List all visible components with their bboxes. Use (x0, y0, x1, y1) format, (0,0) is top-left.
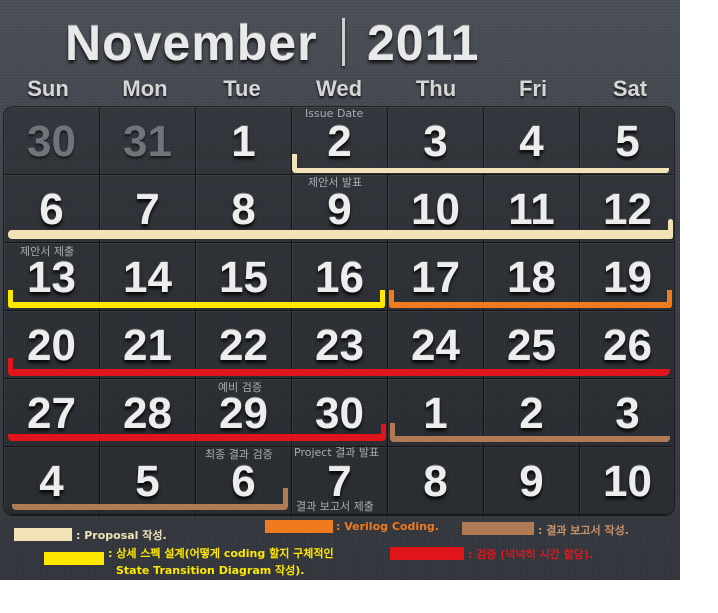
verilog-bar (389, 290, 672, 308)
note-result-report-submit: 결과 보고서 제출 (296, 500, 374, 513)
day-number: 6 (39, 185, 64, 234)
note-proposal-submit: 제안서 제출 (20, 245, 75, 258)
day-cell: 31 (100, 107, 196, 175)
weekday-fri: Fri (518, 76, 548, 101)
note-preliminary-check: 예비 검증 (218, 381, 262, 394)
weekday-wed: Wed (315, 76, 363, 101)
verify-bar-week4 (8, 358, 670, 376)
proposal-bar-week2-cap (668, 219, 673, 239)
legend-swatch-spec (44, 552, 104, 565)
day-cell: 1 (196, 107, 292, 175)
day-number: 31 (123, 117, 172, 166)
weekday-mon: Mon (122, 76, 168, 101)
weekday-sat: Sat (612, 76, 648, 101)
day-cell: 30 (4, 107, 100, 175)
legend-label-report: : 결과 보고서 작성. (538, 524, 629, 537)
weekday-tue: Tue (223, 76, 261, 101)
legend-label-spec-2: State Transition Diagram 작성). (116, 564, 305, 577)
legend-swatch-verify (390, 547, 464, 560)
day-number: 9 (327, 185, 352, 234)
month-title: November (65, 15, 318, 71)
proposal-bar-week2 (8, 230, 673, 239)
day-number: 1 (231, 117, 256, 166)
report-bar-week6 (12, 488, 288, 510)
year-title: 2011 (367, 15, 480, 71)
verify-bar-week5 (8, 424, 386, 441)
day-number: 10 (411, 185, 460, 234)
note-issue-date: Issue Date (305, 107, 364, 120)
day-number: 10 (603, 457, 652, 506)
note-project-result-presentation: Project 결과 발표 (294, 446, 380, 459)
legend-label-verify: : 검증 (넉넉히 시간 할당). (468, 548, 594, 561)
title-divider (342, 18, 345, 66)
legend-swatch-proposal (14, 528, 72, 541)
legend: : Proposal 작성. : 상세 스펙 설계(어떻게 coding 할지 … (0, 514, 680, 580)
day-number: 9 (519, 457, 544, 506)
day-number: 30 (27, 117, 76, 166)
day-cell: 8 (388, 447, 484, 515)
day-cell: 10 (580, 447, 674, 515)
day-cell: 9 (484, 447, 580, 515)
day-number: 12 (603, 185, 652, 234)
note-proposal-presentation: 제안서 발표 (308, 176, 363, 189)
legend-label-spec-1: : 상세 스펙 설계(어떻게 coding 할지 구체적인 (108, 547, 334, 560)
note-final-result-check: 최종 결과 검증 (205, 448, 273, 461)
spec-bar (8, 290, 385, 308)
day-number: 8 (423, 457, 448, 506)
weekday-sun: Sun (27, 76, 69, 101)
day-number: 7 (135, 185, 160, 234)
calendar-image: November 2011 Sun Mon Tue Wed Thu Fri Sa… (0, 0, 680, 580)
legend-label-proposal: : Proposal 작성. (76, 529, 167, 542)
legend-label-verilog: : Verilog Coding. (336, 520, 439, 533)
proposal-bar-week1 (292, 154, 669, 173)
day-number: 11 (508, 185, 555, 234)
weekday-thu: Thu (415, 76, 457, 101)
legend-swatch-verilog (265, 520, 333, 533)
day-number: 8 (231, 185, 256, 234)
report-bar-week5 (390, 423, 670, 442)
legend-swatch-report (462, 522, 534, 535)
